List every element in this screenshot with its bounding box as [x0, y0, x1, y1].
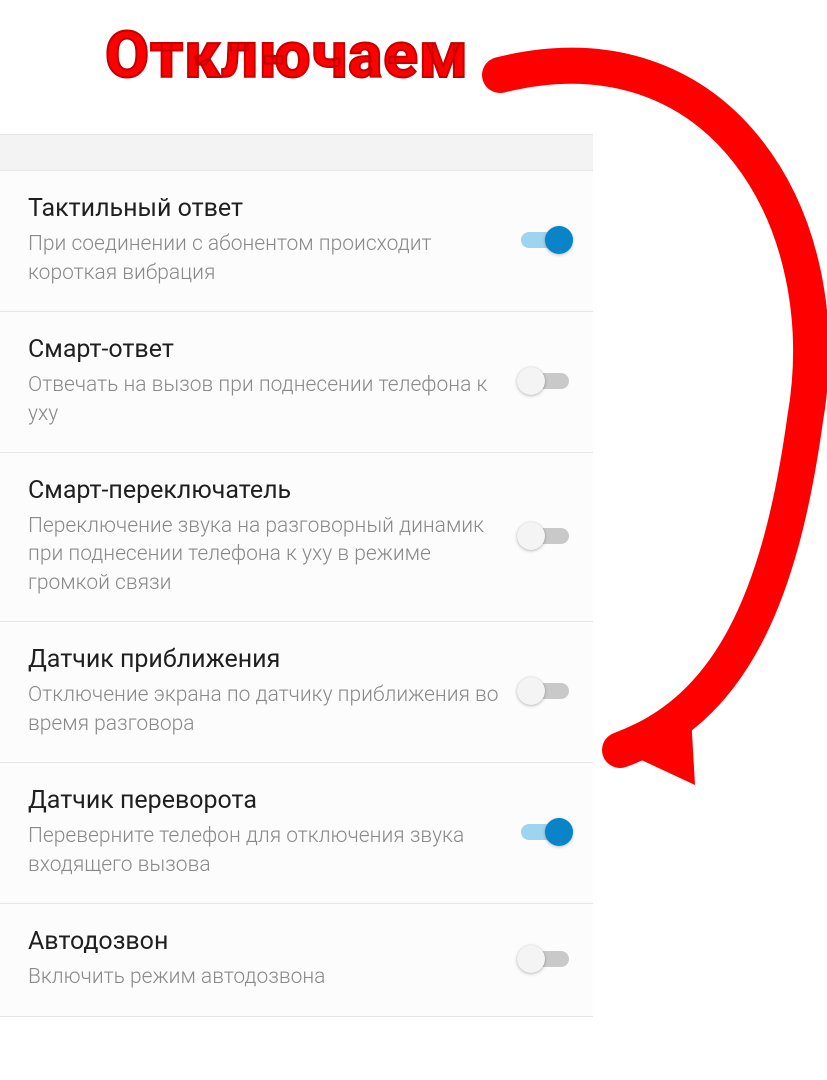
setting-description: Переключение звука на разговорный динами…	[28, 512, 501, 597]
setting-description: Отвечать на вызов при поднесении телефон…	[28, 371, 501, 428]
setting-description: Переверните телефон для отключения звука…	[28, 822, 501, 879]
switch-thumb	[545, 226, 573, 254]
switch-thumb	[517, 677, 545, 705]
setting-description: При соединении с абонентом происходит ко…	[28, 230, 501, 287]
setting-title: Автодозвон	[28, 926, 501, 957]
setting-title: Датчик приближения	[28, 644, 501, 675]
toggle-flip-sensor[interactable]	[517, 816, 573, 848]
setting-title: Смарт-переключатель	[28, 475, 501, 506]
setting-text: Смарт-ответ Отвечать на вызов при поднес…	[28, 334, 517, 428]
setting-text: Тактильный ответ При соединении с абонен…	[28, 193, 517, 287]
setting-text: Датчик переворота Переверните телефон дл…	[28, 785, 517, 879]
toggle-proximity-sensor[interactable]	[517, 675, 573, 707]
setting-row-flip-sensor[interactable]: Датчик переворота Переверните телефон дл…	[0, 763, 593, 904]
settings-panel: Тактильный ответ При соединении с абонен…	[0, 134, 593, 1017]
switch-thumb	[545, 818, 573, 846]
setting-title: Тактильный ответ	[28, 193, 501, 224]
setting-description: Отключение экрана по датчику приближения…	[28, 681, 501, 738]
setting-text: Автодозвон Включить режим автодозвона	[28, 926, 517, 992]
toggle-tactile-response[interactable]	[517, 224, 573, 256]
setting-title: Датчик переворота	[28, 785, 501, 816]
setting-row-proximity-sensor[interactable]: Датчик приближения Отключение экрана по …	[0, 622, 593, 763]
toggle-smart-answer[interactable]	[517, 365, 573, 397]
toggle-auto-redial[interactable]	[517, 943, 573, 975]
toggle-smart-switch[interactable]	[517, 520, 573, 552]
setting-row-smart-answer[interactable]: Смарт-ответ Отвечать на вызов при поднес…	[0, 312, 593, 453]
panel-spacer	[0, 135, 593, 171]
setting-description: Включить режим автодозвона	[28, 963, 501, 991]
setting-row-auto-redial[interactable]: Автодозвон Включить режим автодозвона	[0, 904, 593, 1017]
setting-row-tactile-response[interactable]: Тактильный ответ При соединении с абонен…	[0, 171, 593, 312]
setting-text: Датчик приближения Отключение экрана по …	[28, 644, 517, 738]
switch-thumb	[517, 522, 545, 550]
setting-text: Смарт-переключатель Переключение звука н…	[28, 475, 517, 597]
switch-thumb	[517, 367, 545, 395]
setting-title: Смарт-ответ	[28, 334, 501, 365]
setting-row-smart-switch[interactable]: Смарт-переключатель Переключение звука н…	[0, 453, 593, 622]
annotation-title: Отключаем	[105, 18, 469, 93]
switch-thumb	[517, 945, 545, 973]
